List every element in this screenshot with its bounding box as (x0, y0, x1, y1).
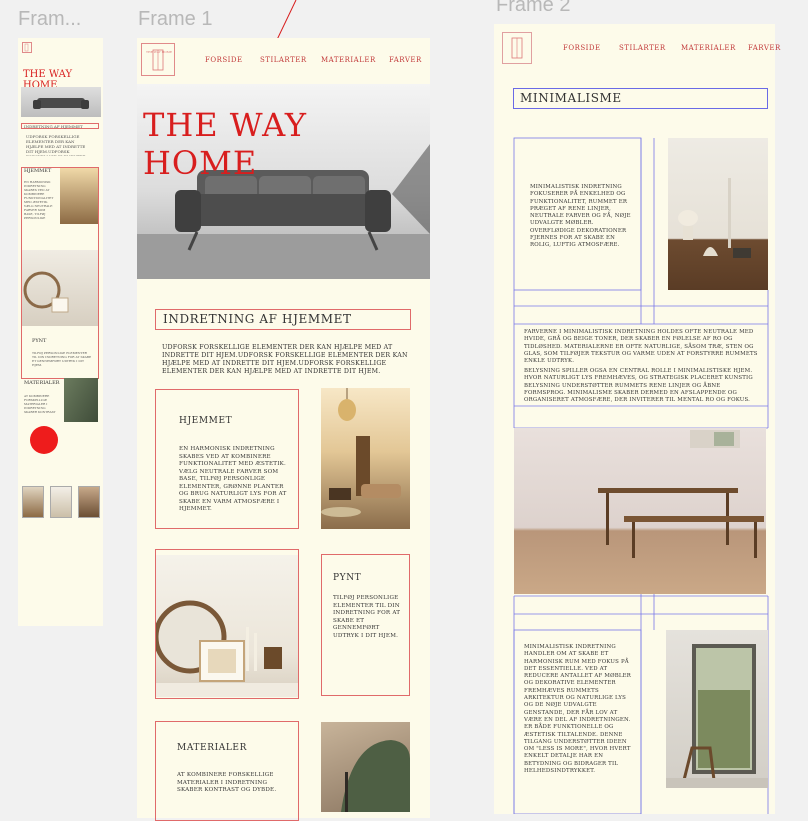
card-title-pynt-small: PYNT (32, 338, 47, 344)
red-circle-button[interactable] (30, 426, 58, 454)
card-title-materialer: MATERIALER (177, 743, 247, 753)
card-title-materialer-small: MATERIALER (24, 380, 60, 386)
sideboard-image (668, 138, 768, 290)
card-text-hjemmet: En harmonisk indretning skabes ved at ko… (179, 446, 287, 512)
nav-stilarter[interactable]: STILARTER (260, 56, 307, 64)
logo-icon[interactable] (22, 42, 32, 53)
card-text-materialer: At kombinere forskellige materialer i in… (177, 772, 277, 793)
text-minimalisme-3: Belysning spiller også en central rolle … (524, 368, 753, 404)
dining-table-image (514, 428, 766, 594)
text-minimalisme-2: Farverne i minimalistisk indretning hold… (524, 329, 758, 365)
chair-image (321, 722, 410, 812)
card-title-pynt: PYNT (333, 573, 362, 583)
room-image-small (60, 168, 98, 224)
hero-title: THE WAY HOME (143, 106, 308, 182)
chair-image-small (64, 378, 98, 422)
frame-label-2[interactable]: Frame 2 (496, 0, 570, 17)
card-text-pynt-small: Tilføj personlige elementer til din indr… (32, 351, 92, 367)
nav-forside[interactable]: FORSIDE (205, 56, 243, 64)
nav-farver[interactable]: FARVER (389, 56, 422, 64)
thumb-2[interactable] (50, 486, 72, 518)
card-title-hjemmet-small: HJEMMET (24, 168, 52, 174)
frame-1[interactable]: THE WAY HOME FORSIDE STILARTER MATERIALE… (137, 38, 430, 821)
card-text-hjemmet-small: En harmonisk indretning skabes ved at ko… (24, 180, 54, 220)
card-materialer (155, 721, 299, 821)
mirror-image (156, 555, 298, 697)
section-title-small: INDRETNING AF HJEMMET (21, 123, 99, 129)
frame-label-1[interactable]: Frame 1 (138, 8, 212, 31)
svg-text:THE WAY HOME: THE WAY HOME (146, 50, 172, 54)
card-text-pynt: Tilføj personlige elementer til din indr… (333, 595, 401, 639)
living-room-image (321, 388, 410, 529)
card-title-hjemmet: HJEMMET (179, 416, 233, 426)
intro-text: Udforsk forskellige elementer der kan hj… (162, 344, 408, 375)
intro-small: Udforsk forskellige elementer der kan hj… (26, 134, 86, 156)
nav-materialer[interactable]: MATERIALER (321, 56, 376, 64)
sofa-image-small (21, 87, 101, 117)
frame-label-small[interactable]: Fram... (18, 8, 81, 31)
text-minimalisme-4: Minimalistisk indretning handler om at s… (524, 644, 632, 775)
card-text-materialer-small: At kombinere forskellige materialer i in… (24, 394, 56, 414)
mirror-image-small (22, 250, 98, 326)
window-chair-image (666, 630, 768, 788)
frame-mobile[interactable]: THE WAY HOME INDRETNING AF HJEMMET Udfor… (18, 38, 103, 626)
logo-icon[interactable]: THE WAY HOME (141, 43, 175, 76)
thumb-1[interactable] (22, 486, 44, 518)
frame-2[interactable]: FORSIDE STILARTER MATERIALER FARVER MINI… (494, 24, 780, 814)
section-title-box: INDRETNING AF HJEMMET (155, 309, 411, 330)
thumb-3[interactable] (78, 486, 100, 518)
text-minimalisme-1: Minimalistisk indretning fokuserer på en… (530, 184, 631, 249)
